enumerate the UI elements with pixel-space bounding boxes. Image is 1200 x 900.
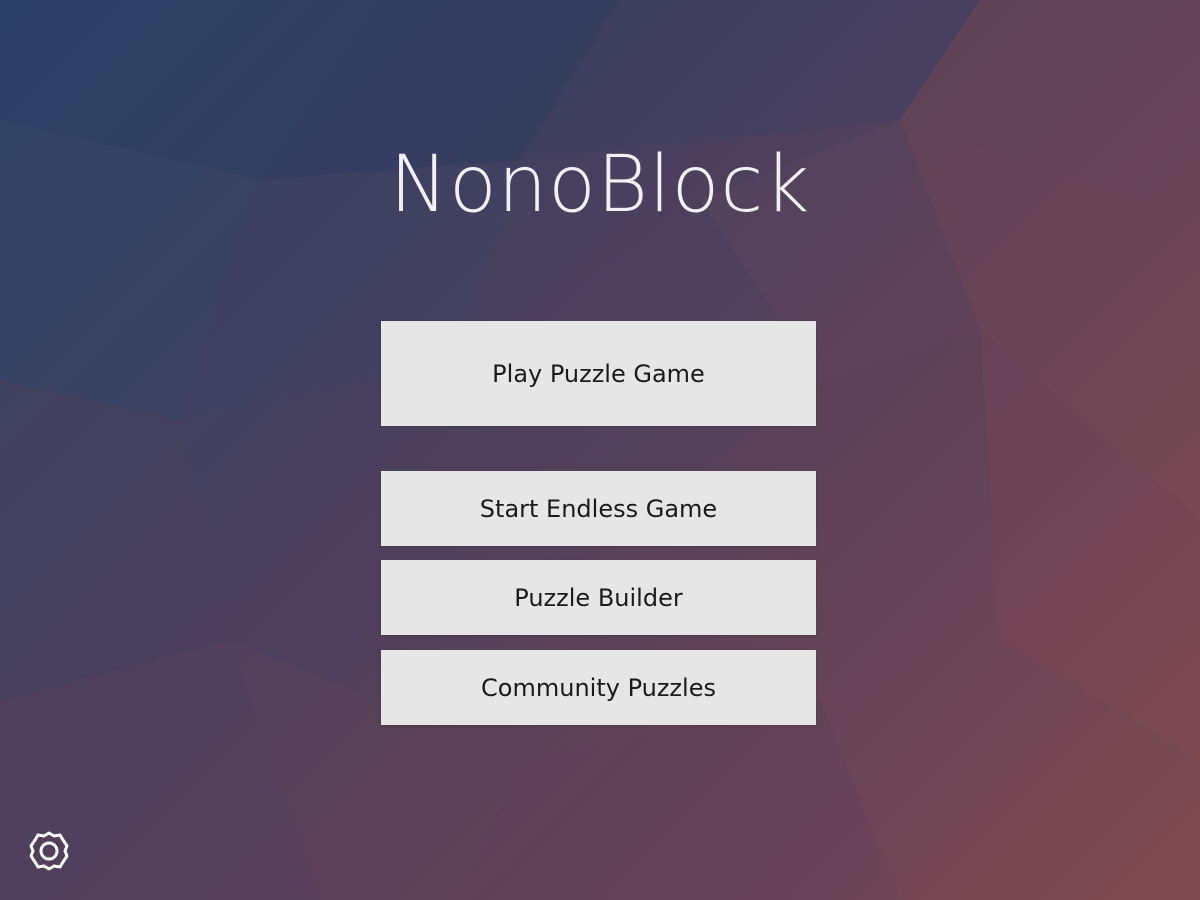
start-endless-game-button[interactable]: Start Endless Game (381, 471, 816, 546)
settings-button[interactable] (28, 830, 70, 872)
low-poly-background (0, 0, 1200, 900)
community-puzzles-button[interactable]: Community Puzzles (381, 650, 816, 725)
play-puzzle-game-button[interactable]: Play Puzzle Game (381, 321, 816, 426)
app-title: NonoBlock (389, 140, 811, 230)
puzzle-builder-button[interactable]: Puzzle Builder (381, 560, 816, 635)
gear-icon (29, 831, 69, 871)
